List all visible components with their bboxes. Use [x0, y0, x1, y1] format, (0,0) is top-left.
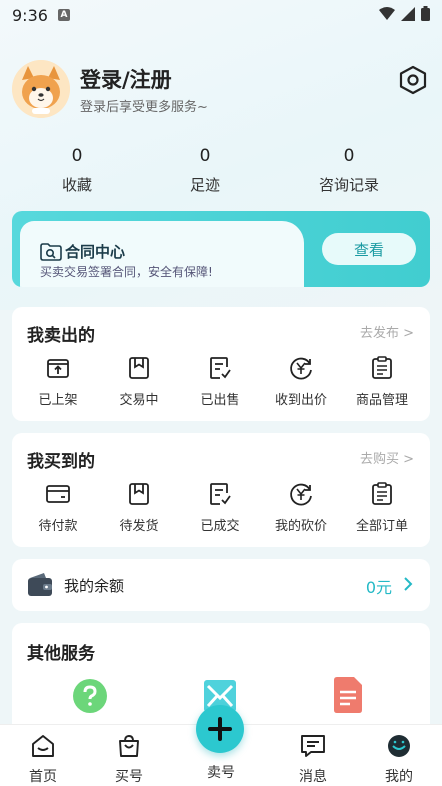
bought-item-pending-shipment[interactable]: 待发货	[99, 481, 179, 534]
signal-icon	[401, 6, 415, 21]
card-icon	[46, 485, 70, 503]
tab-label: 首页	[29, 769, 57, 785]
sold-item-sold[interactable]: 已出售	[180, 355, 260, 408]
tab-mine[interactable]: 我的	[369, 733, 429, 786]
folder-search-icon	[40, 242, 62, 261]
icon-label: 待付款	[38, 519, 78, 534]
help-question-icon[interactable]	[72, 678, 108, 714]
sold-item-received-offer[interactable]: 收到出价	[261, 355, 341, 408]
sell-fab-button[interactable]	[196, 705, 244, 753]
contract-view-button[interactable]: 查看	[322, 233, 416, 265]
bought-title: 我买到的	[27, 452, 95, 472]
stat-footprints[interactable]: 0 足迹	[160, 146, 250, 195]
balance-row[interactable]: 我的余额 0元	[12, 559, 430, 611]
stat-count: 0	[343, 146, 355, 166]
sold-item-manage[interactable]: 商品管理	[342, 355, 422, 408]
bookmark-icon	[129, 357, 149, 379]
sold-icon-row: 已上架 交易中 已出售 收到出价 商品管理	[12, 355, 430, 415]
tab-label: 消息	[299, 769, 327, 785]
stat-label: 收藏	[61, 176, 92, 194]
contract-title-row: 合同中心	[40, 241, 125, 262]
stats-row: 0 收藏 0 足迹 0 咨询记录	[0, 146, 442, 200]
contract-center-banner[interactable]: 合同中心 买卖交易签署合同，安全有保障! 查看	[12, 211, 430, 287]
settings-button[interactable]	[397, 64, 429, 96]
login-subtitle: 登录后享受更多服务~	[80, 100, 208, 115]
message-icon	[301, 735, 325, 757]
balance-value: 0元	[365, 578, 392, 597]
icon-label: 已出售	[200, 393, 240, 408]
list-check-icon	[210, 357, 231, 379]
box-up-icon	[47, 359, 69, 378]
tab-home[interactable]: 首页	[13, 733, 73, 786]
status-time: 9:36	[12, 5, 48, 25]
settings-hexagon-icon	[399, 65, 427, 95]
tab-sell-label[interactable]: 卖号	[191, 762, 251, 782]
sold-title: 我卖出的	[27, 326, 95, 346]
clipboard-icon	[372, 356, 392, 379]
battery-icon	[421, 6, 430, 21]
document-service-icon[interactable]	[332, 676, 364, 714]
icon-label: 全部订单	[355, 519, 408, 534]
yen-cycle-icon	[290, 483, 312, 506]
other-services-title: 其他服务	[27, 644, 95, 664]
bought-card: 我买到的 去购买 > 待付款 待发货 已成交 我的砍价 全部订单	[12, 433, 430, 547]
bought-icon-row: 待付款 待发货 已成交 我的砍价 全部订单	[12, 481, 430, 541]
icon-label: 商品管理	[355, 393, 408, 408]
icon-label: 我的砍价	[274, 519, 327, 534]
tab-buy[interactable]: 买号	[99, 733, 159, 786]
stat-consult-records[interactable]: 0 咨询记录	[304, 146, 394, 195]
stat-count: 0	[199, 146, 211, 166]
bookmark-icon	[129, 483, 149, 505]
icon-label: 交易中	[119, 393, 159, 408]
login-register-title[interactable]: 登录/注册	[80, 64, 172, 94]
icon-label: 收到出价	[274, 393, 327, 408]
avatar[interactable]	[12, 60, 70, 118]
wifi-icon	[379, 6, 395, 20]
list-check-icon	[210, 483, 231, 505]
bought-item-completed[interactable]: 已成交	[180, 481, 260, 534]
tab-label: 我的	[385, 769, 413, 785]
sold-card: 我卖出的 去发布 > 已上架 交易中 已出售 收到出价 商品管理	[12, 307, 430, 421]
go-buy-link[interactable]: 去购买 >	[360, 448, 414, 467]
plus-icon	[208, 717, 232, 741]
profile-section: 登录/注册 登录后享受更多服务~	[12, 60, 432, 120]
notification-a-icon: A	[57, 9, 70, 21]
stat-label: 足迹	[189, 176, 220, 194]
icon-label: 待发货	[119, 519, 159, 534]
go-publish-link[interactable]: 去发布 >	[360, 322, 414, 341]
profile-icon	[388, 735, 410, 757]
sold-item-listed[interactable]: 已上架	[18, 355, 98, 408]
bought-item-my-bargain[interactable]: 我的砍价	[261, 481, 341, 534]
bought-item-pending-payment[interactable]: 待付款	[18, 481, 98, 534]
clipboard-icon	[372, 482, 392, 505]
contract-subtitle: 买卖交易签署合同，安全有保障!	[40, 265, 213, 279]
stat-favorites[interactable]: 0 收藏	[32, 146, 122, 195]
status-bar: 9:36 A	[0, 0, 442, 30]
wallet-icon	[28, 573, 52, 596]
bought-item-all-orders[interactable]: 全部订单	[342, 481, 422, 534]
sold-item-trading[interactable]: 交易中	[99, 355, 179, 408]
yen-cycle-icon	[290, 357, 312, 380]
icon-label: 已上架	[38, 393, 78, 408]
home-icon	[32, 735, 54, 757]
bag-icon	[119, 735, 139, 757]
stat-count: 0	[71, 146, 83, 166]
chevron-right-icon	[404, 577, 413, 591]
dog-avatar-icon	[12, 60, 70, 118]
contract-title: 合同中心	[65, 243, 126, 261]
tab-label: 买号	[115, 769, 143, 785]
tab-messages[interactable]: 消息	[283, 733, 343, 786]
balance-label: 我的余额	[64, 577, 125, 595]
icon-label: 已成交	[200, 519, 240, 534]
stat-label: 咨询记录	[318, 176, 379, 194]
